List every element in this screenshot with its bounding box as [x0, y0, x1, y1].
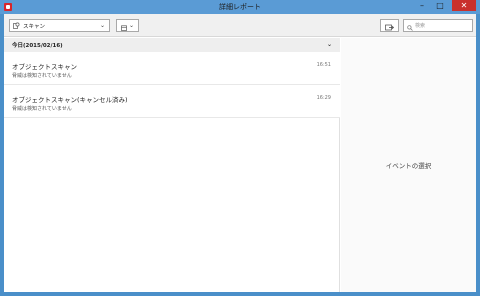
close-button[interactable]: ✕ [452, 0, 476, 11]
event-title: オブジェクトスキャン [12, 63, 77, 71]
search-icon [407, 16, 413, 35]
event-detail: 脅威は検知されていません [12, 73, 72, 79]
maximize-button[interactable]: □ [432, 0, 448, 12]
event-time: 16:51 [316, 62, 331, 68]
event-list: 今日(2015/02/16) ⌄ オブジェクトスキャン 脅威は検知されていません… [4, 38, 340, 292]
scan-icon [13, 22, 20, 29]
event-detail: 脅威は検知されていません [12, 106, 72, 112]
search-input[interactable] [415, 20, 471, 31]
calendar-icon [121, 16, 127, 35]
chevron-down-icon: ⌄ [128, 22, 135, 29]
export-icon [385, 16, 394, 35]
event-time: 16:29 [316, 95, 331, 101]
report-window: スキャン ⌄ ⌄ 検索 今日(2015/02/16) ⌄ オブジェクトスキャン … [4, 14, 476, 292]
event-type-label: スキャン [23, 23, 46, 30]
toolbar: スキャン ⌄ ⌄ [4, 14, 476, 37]
window-title: 詳細レポート [219, 3, 261, 11]
event-detail-pane: イベントの選択 [341, 38, 476, 292]
export-button[interactable] [380, 19, 399, 32]
date-filter-dropdown[interactable]: ⌄ [116, 19, 139, 32]
select-event-placeholder: イベントの選択 [385, 162, 432, 170]
title-bar: 詳細レポート – □ ✕ [0, 0, 480, 14]
date-group-header[interactable]: 今日(2015/02/16) ⌄ [4, 38, 340, 52]
list-item[interactable]: オブジェクトスキャン(キャンセル済み) 脅威は検知されていません 16:29 [4, 85, 340, 118]
minimize-button[interactable]: – [414, 0, 430, 12]
date-group-label: 今日(2015/02/16) [12, 43, 63, 49]
chevron-down-icon: ⌄ [99, 22, 105, 29]
event-title: オブジェクトスキャン(キャンセル済み) [12, 96, 128, 104]
list-item[interactable]: オブジェクトスキャン 脅威は検知されていません 16:51 [4, 52, 340, 85]
event-type-dropdown[interactable]: スキャン ⌄ [9, 19, 110, 32]
search-box[interactable] [403, 19, 473, 32]
collapse-icon[interactable]: ⌄ [327, 41, 332, 48]
